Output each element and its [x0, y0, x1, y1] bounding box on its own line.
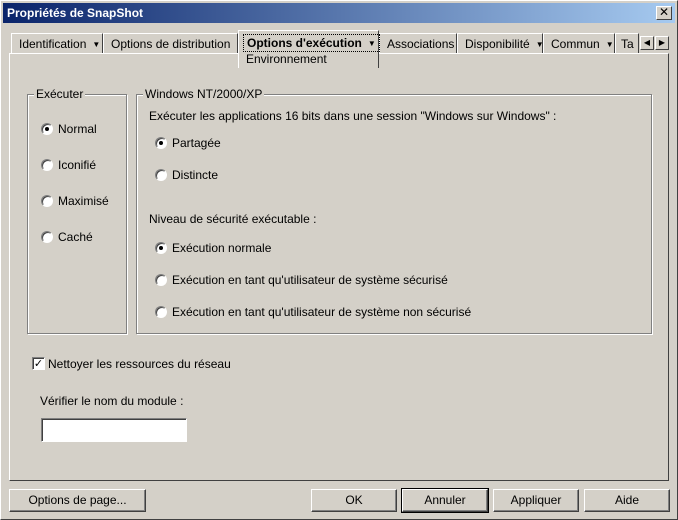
close-icon: ✕: [658, 5, 670, 19]
radio-label: Exécution en tant qu'utilisateur de syst…: [172, 305, 472, 319]
dropdown-arrow-icon[interactable]: ▼: [368, 39, 376, 48]
window-title: Propriétés de SnapShot: [7, 6, 144, 20]
tab-label: Identification: [19, 37, 87, 51]
tab-label-active: Options d'exécution ▼: [243, 34, 380, 52]
radio-label: Maximisé: [58, 194, 109, 208]
arrow-left-icon: ◀: [643, 38, 651, 47]
tab-disponibilite[interactable]: Disponibilité ▼: [457, 33, 544, 53]
help-button[interactable]: Aide: [584, 489, 670, 512]
radio-button[interactable]: [41, 159, 53, 171]
cleanup-label[interactable]: Nettoyer les ressources du réseau: [48, 357, 231, 371]
apply-button[interactable]: Appliquer: [493, 489, 579, 512]
tab-associations[interactable]: Associations: [379, 33, 457, 53]
close-button[interactable]: ✕: [656, 6, 672, 20]
arrow-right-icon: ▶: [658, 38, 666, 47]
radio-button[interactable]: [155, 169, 167, 181]
checkmark-icon: ✓: [33, 357, 44, 370]
tab-label: Disponibilité: [465, 37, 530, 51]
session-label: Exécuter les applications 16 bits dans u…: [149, 109, 557, 123]
tab-label: Options de distribution: [111, 37, 231, 51]
executer-group: Exécuter Normal Iconifié Maximisé Caché: [27, 87, 127, 334]
windows-nt-legend: Windows NT/2000/XP: [143, 87, 265, 101]
radio-button[interactable]: [155, 242, 167, 254]
radio-button[interactable]: [155, 306, 167, 318]
tab-identification[interactable]: Identification ▼: [11, 33, 103, 53]
ok-button[interactable]: OK: [311, 489, 397, 512]
radio-label: Caché: [58, 230, 93, 244]
cancel-button[interactable]: Annuler: [401, 488, 489, 513]
radio-button[interactable]: [41, 123, 53, 135]
dropdown-arrow-icon[interactable]: ▼: [92, 40, 100, 49]
tab-options-execution[interactable]: Options d'exécution ▼ Environnement: [238, 30, 380, 68]
radio-label: Distincte: [172, 168, 219, 182]
tab-partial[interactable]: Ta: [615, 33, 639, 53]
radio-label: Normal: [58, 122, 97, 136]
properties-window: Propriétés de SnapShot ✕ Identification ▼…: [0, 0, 678, 520]
tab-label: Associations: [387, 37, 455, 51]
radio-label: Exécution en tant qu'utilisateur de syst…: [172, 273, 448, 287]
security-label: Niveau de sécurité exécutable :: [149, 212, 317, 226]
executer-legend: Exécuter: [34, 87, 86, 101]
tab-panel: Exécuter Normal Iconifié Maximisé Caché …: [9, 53, 669, 481]
page-options-button[interactable]: Options de page...: [9, 489, 146, 512]
tab-scroll-left-button[interactable]: ◀: [640, 36, 654, 50]
radio-label: Iconifié: [58, 158, 97, 172]
tab-commun[interactable]: Commun ▼: [543, 33, 615, 53]
tab-label: Commun: [551, 37, 600, 51]
tab-label: Options d'exécution: [247, 36, 362, 50]
dropdown-arrow-icon[interactable]: ▼: [606, 40, 614, 49]
tab-options-distribution[interactable]: Options de distribution▼: [103, 33, 244, 53]
radio-button[interactable]: [155, 137, 167, 149]
title-bar[interactable]: Propriétés de SnapShot ✕: [3, 3, 675, 23]
module-name-input[interactable]: [41, 418, 187, 442]
radio-label: Partagée: [172, 136, 221, 150]
radio-button[interactable]: [41, 195, 53, 207]
radio-button[interactable]: [41, 231, 53, 243]
tab-label: Ta: [621, 37, 634, 51]
tab-sub-environnement[interactable]: Environnement: [246, 52, 327, 66]
radio-button[interactable]: [155, 274, 167, 286]
tab-scroll-right-button[interactable]: ▶: [655, 36, 669, 50]
windows-nt-group: Windows NT/2000/XP Exécuter les applicat…: [136, 87, 652, 334]
cleanup-checkbox[interactable]: ✓: [32, 357, 45, 370]
module-label: Vérifier le nom du module :: [40, 394, 184, 408]
radio-label: Exécution normale: [172, 241, 272, 255]
